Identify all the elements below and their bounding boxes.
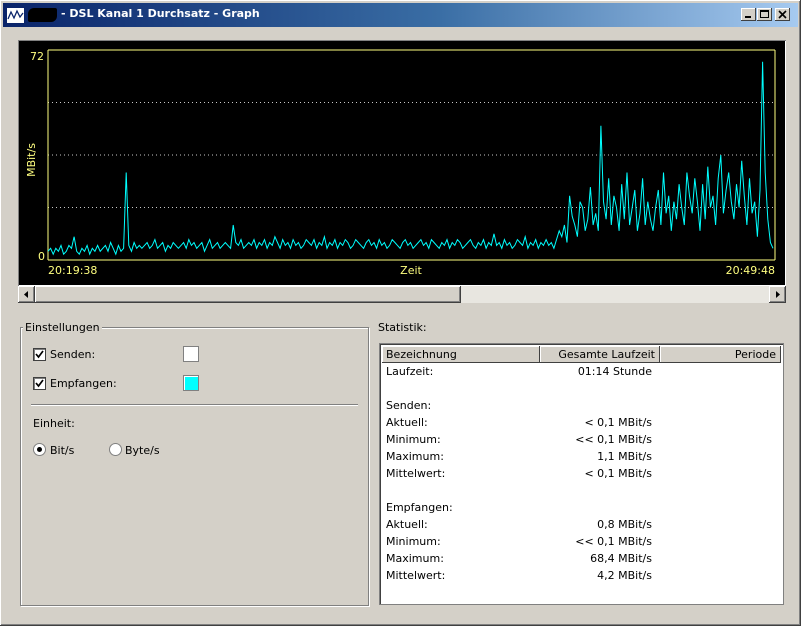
stat-row[interactable]: Aktuell: < 0,1 MBit/s	[386, 414, 778, 431]
column-header-label: Periode	[734, 348, 776, 361]
statistik-list[interactable]: Bezeichnung Gesamte Laufzeit Periode Lau…	[379, 343, 784, 605]
scroll-right-button[interactable]	[769, 286, 786, 303]
stat-label: Maximum:	[386, 450, 444, 463]
stat-label: Aktuell:	[386, 416, 428, 429]
stat-label: Aktuell:	[386, 518, 428, 531]
minimize-button[interactable]	[741, 8, 756, 21]
senden-color-swatch[interactable]	[183, 346, 199, 362]
maximize-button[interactable]	[757, 8, 772, 21]
app-graph-icon[interactable]	[6, 7, 25, 24]
throughput-graph: 72 0 MBit/s 20:19:38 Zeit 20:49:48	[18, 40, 786, 286]
unit-bits-label: Bit/s	[50, 444, 75, 457]
stat-label: Laufzeit:	[386, 365, 434, 378]
stat-value: 01:14 Stunde	[577, 365, 652, 378]
column-header-gesamte-laufzeit[interactable]: Gesamte Laufzeit	[540, 346, 660, 363]
unit-bits-radio[interactable]	[33, 443, 46, 456]
stat-row[interactable]: Minimum: << 0,1 MBit/s	[386, 533, 778, 550]
graph-canvas: 72 0 MBit/s 20:19:38 Zeit 20:49:48	[25, 49, 776, 277]
stat-value: 1,1 MBit/s	[597, 450, 652, 463]
scroll-left-button[interactable]	[18, 286, 35, 303]
empfangen-color-swatch[interactable]	[183, 375, 199, 391]
x-end-label: 20:49:48	[726, 264, 775, 277]
stat-row[interactable]: Maximum: 68,4 MBit/s	[386, 550, 778, 567]
stat-row[interactable]: Laufzeit: 01:14 Stunde	[386, 363, 778, 380]
empfangen-label: Empfangen:	[50, 377, 117, 390]
close-icon	[778, 10, 787, 19]
senden-label: Senden:	[50, 348, 96, 361]
unit-bytes-label: Byte/s	[125, 444, 160, 457]
stat-value: < 0,1 MBit/s	[584, 416, 652, 429]
stat-label: Maximum:	[386, 552, 444, 565]
minimize-icon	[745, 16, 751, 18]
checkmark-icon	[35, 350, 44, 359]
title-bar[interactable]: - DSL Kanal 1 Durchsatz - Graph	[3, 3, 798, 27]
senden-checkbox[interactable]	[33, 348, 46, 361]
y-min-label: 0	[38, 250, 45, 263]
stat-row[interactable]: Mittelwert: 4,2 MBit/s	[386, 567, 778, 584]
column-header-periode[interactable]: Periode	[660, 346, 781, 363]
stat-row[interactable]: Aktuell: 0,8 MBit/s	[386, 516, 778, 533]
radio-selected-dot	[37, 447, 42, 452]
stat-row[interactable]: Senden:	[386, 397, 778, 414]
stat-label: Minimum:	[386, 433, 441, 446]
redacted-name	[28, 8, 57, 22]
stat-row[interactable]: Empfangen:	[386, 499, 778, 516]
stat-label: Mittelwert:	[386, 467, 446, 480]
stat-value: < 0,1 MBit/s	[584, 467, 652, 480]
stat-label: Minimum:	[386, 535, 441, 548]
column-header-bezeichnung[interactable]: Bezeichnung	[382, 346, 540, 363]
stat-value: 4,2 MBit/s	[597, 569, 652, 582]
unit-bytes-radio[interactable]	[109, 443, 122, 456]
stat-row[interactable]: Maximum: 1,1 MBit/s	[386, 448, 778, 465]
close-button[interactable]	[775, 8, 790, 21]
graph-horizontal-scrollbar[interactable]	[18, 286, 786, 303]
stat-label: Empfangen:	[386, 501, 453, 514]
column-header-label: Bezeichnung	[386, 348, 457, 361]
checkmark-icon	[35, 379, 44, 388]
empfangen-checkbox[interactable]	[33, 377, 46, 390]
maximize-icon	[760, 10, 769, 18]
stat-label: Senden:	[386, 399, 432, 412]
scrollbar-thumb[interactable]	[35, 286, 461, 303]
settings-group	[20, 327, 369, 606]
stat-row[interactable]	[386, 380, 778, 397]
arrow-left-icon	[24, 291, 28, 298]
stat-value: 0,8 MBit/s	[597, 518, 652, 531]
stat-row[interactable]	[386, 482, 778, 499]
stat-row[interactable]: Minimum: << 0,1 MBit/s	[386, 431, 778, 448]
einheit-label: Einheit:	[33, 417, 75, 430]
arrow-right-icon	[776, 291, 780, 298]
stat-row[interactable]: Mittelwert: < 0,1 MBit/s	[386, 465, 778, 482]
y-max-label: 72	[30, 50, 44, 63]
column-header-label: Gesamte Laufzeit	[558, 348, 655, 361]
y-axis-label: MBit/s	[25, 143, 38, 177]
statistik-title: Statistik:	[378, 321, 427, 334]
stat-value: 68,4 MBit/s	[590, 552, 652, 565]
stat-value: << 0,1 MBit/s	[575, 433, 652, 446]
graph-window: - DSL Kanal 1 Durchsatz - Graph 72 0 MBi…	[0, 0, 801, 626]
x-axis-label: Zeit	[400, 264, 422, 277]
series-line-empfangen	[47, 61, 774, 256]
x-start-label: 20:19:38	[48, 264, 97, 277]
stat-value: << 0,1 MBit/s	[575, 535, 652, 548]
window-title: - DSL Kanal 1 Durchsatz - Graph	[61, 7, 260, 20]
settings-group-title: Einstellungen	[23, 321, 102, 334]
settings-divider	[31, 404, 358, 406]
stat-label: Mittelwert:	[386, 569, 446, 582]
